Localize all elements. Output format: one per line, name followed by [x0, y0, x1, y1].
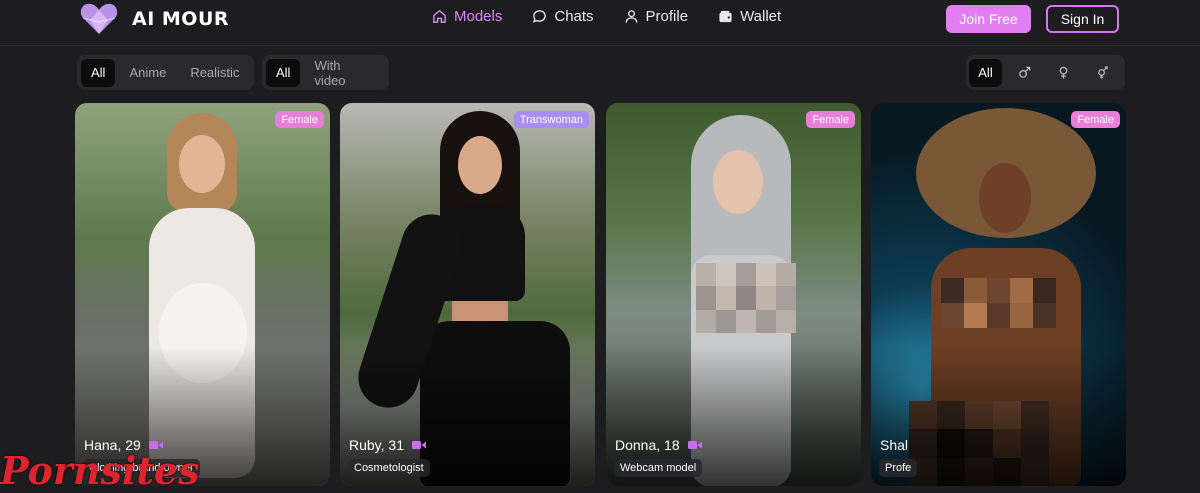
model-card[interactable]: Female Shal Profe	[871, 103, 1126, 486]
logo[interactable]: AI MOUR	[80, 0, 229, 38]
gender-filter-female[interactable]	[1047, 59, 1080, 87]
model-card[interactable]: Female Hana, 29 Clothing brand owner	[75, 103, 330, 486]
model-name: Shal	[880, 437, 909, 453]
media-filter-all[interactable]: All	[266, 58, 301, 87]
media-filter-video[interactable]: With video	[304, 58, 381, 88]
home-icon	[433, 9, 446, 23]
occupation-badge: Profe	[879, 459, 918, 477]
join-free-button[interactable]: Join Free	[946, 5, 1031, 33]
gender-filter-male[interactable]	[1008, 59, 1041, 87]
gender-filter-all[interactable]: All	[969, 58, 1002, 87]
style-filter-all[interactable]: All	[81, 58, 116, 87]
model-name: Donna, 18	[615, 437, 680, 453]
video-icon	[687, 441, 702, 449]
wallet-icon	[719, 10, 732, 23]
video-icon	[412, 441, 426, 449]
gender-tag: Female	[1071, 111, 1120, 128]
top-bar: AI MOUR Models Chats Profile Wallet Join…	[0, 0, 1200, 46]
nav-chats[interactable]: Chats	[532, 8, 594, 25]
model-name: Ruby, 31	[349, 437, 404, 453]
chat-icon	[533, 10, 547, 23]
nav-profile-label: Profile	[645, 8, 689, 25]
model-card[interactable]: Transwoman Ruby, 31 Cosmetologist	[340, 103, 595, 486]
style-filter-realistic[interactable]: Realistic	[180, 59, 249, 87]
user-icon	[625, 10, 637, 23]
gender-tag: Female	[275, 111, 324, 128]
main-nav: Models Chats Profile Wallet	[432, 8, 811, 25]
style-filter: All Anime Realistic	[77, 55, 254, 90]
media-filter: All With video	[262, 55, 389, 90]
brand-name: AI MOUR	[132, 8, 230, 30]
watermark: Pornsites	[0, 448, 200, 493]
gender-tag: Transwoman	[513, 111, 589, 128]
occupation-badge: Cosmetologist	[348, 459, 430, 477]
sign-in-button[interactable]: Sign In	[1046, 5, 1119, 33]
occupation-badge: Webcam model	[614, 459, 703, 477]
gender-filter: All	[966, 55, 1125, 90]
male-icon	[1019, 66, 1031, 78]
style-filter-anime[interactable]: Anime	[119, 59, 176, 87]
trans-icon	[1098, 66, 1108, 79]
nav-profile[interactable]: Profile	[624, 8, 689, 25]
female-icon	[1059, 66, 1068, 79]
nav-models-label: Models	[454, 8, 503, 25]
censor-mosaic	[696, 263, 796, 333]
nav-chats-label: Chats	[554, 8, 594, 25]
gender-tag: Female	[806, 111, 855, 128]
heart-logo-icon	[80, 3, 118, 34]
gender-filter-trans[interactable]	[1086, 59, 1119, 87]
censor-mosaic	[941, 278, 1056, 328]
nav-wallet-label: Wallet	[740, 8, 782, 25]
nav-models[interactable]: Models	[432, 8, 502, 25]
nav-wallet[interactable]: Wallet	[718, 8, 781, 25]
model-card[interactable]: Female Donna, 18 Webcam model	[606, 103, 861, 486]
